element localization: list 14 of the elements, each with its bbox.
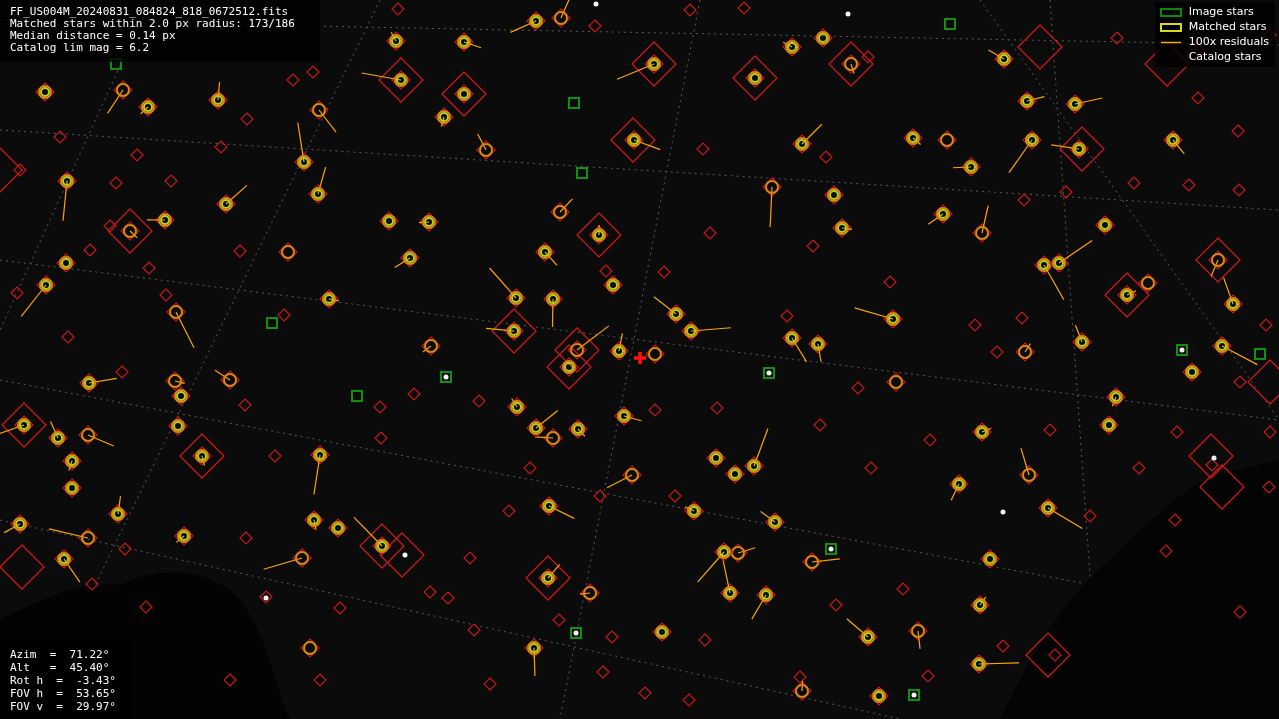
rectangle-icon	[1158, 21, 1183, 33]
info-text: Azim = 71.22°	[10, 648, 111, 661]
info-text: FF_US004M_20240831_084824_818_0672512.fits	[10, 6, 290, 18]
info-text: Matched stars within 2.0 px radius: 173/186	[10, 18, 296, 30]
info-text: Catalog lim mag = 6.2	[10, 42, 151, 54]
legend-label: Catalog stars	[1188, 51, 1262, 63]
info-text: FOV h = 53.65°	[10, 687, 117, 700]
info-text: Rot h = -3.43°	[10, 674, 117, 687]
legend-label: 100x residuals	[1188, 36, 1269, 48]
info-text: Median distance = 0.14 px	[10, 30, 177, 42]
legend-label: Matched stars	[1188, 21, 1267, 33]
legend-label: Image stars	[1188, 6, 1254, 18]
info-text: FOV v = 29.97°	[10, 700, 117, 713]
info-text: Alt = 45.40°	[10, 661, 111, 674]
